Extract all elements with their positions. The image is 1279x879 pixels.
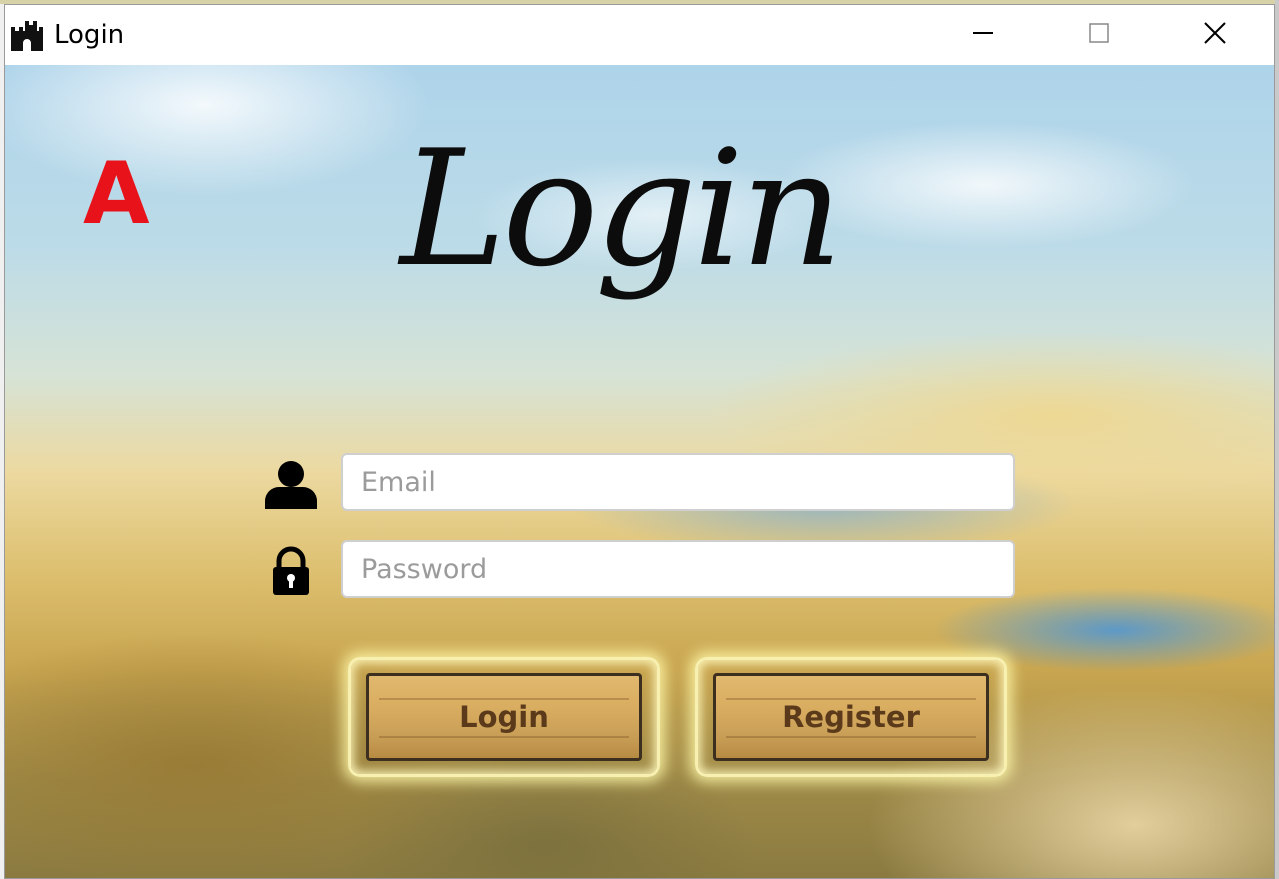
login-button-label: Login	[459, 700, 549, 734]
title-bar[interactable]: Login	[5, 5, 1274, 65]
login-button[interactable]: Login	[348, 657, 660, 777]
desktop-background-edge	[1275, 0, 1279, 879]
maximize-button[interactable]	[1041, 5, 1157, 65]
close-button[interactable]	[1157, 5, 1273, 65]
minimize-button[interactable]	[925, 5, 1041, 65]
login-button-plank: Login	[366, 673, 642, 761]
login-heading: Login	[400, 115, 843, 302]
login-window: Login A Login Email Login Register	[4, 4, 1275, 879]
minimize-icon	[972, 22, 994, 48]
register-button-label: Register	[782, 700, 920, 734]
password-field[interactable]	[341, 540, 1015, 598]
lock-icon	[267, 545, 323, 601]
register-button-plank: Register	[713, 673, 989, 761]
window-title: Login	[54, 20, 125, 50]
email-field[interactable]	[341, 453, 1015, 511]
close-icon	[1203, 21, 1227, 49]
user-icon	[263, 457, 319, 513]
maximize-icon	[1088, 22, 1110, 48]
annotation-badge: A	[83, 144, 150, 244]
register-button[interactable]: Register	[695, 657, 1007, 777]
castle-icon	[9, 17, 45, 53]
login-panel: A Login Login Register	[5, 65, 1274, 878]
